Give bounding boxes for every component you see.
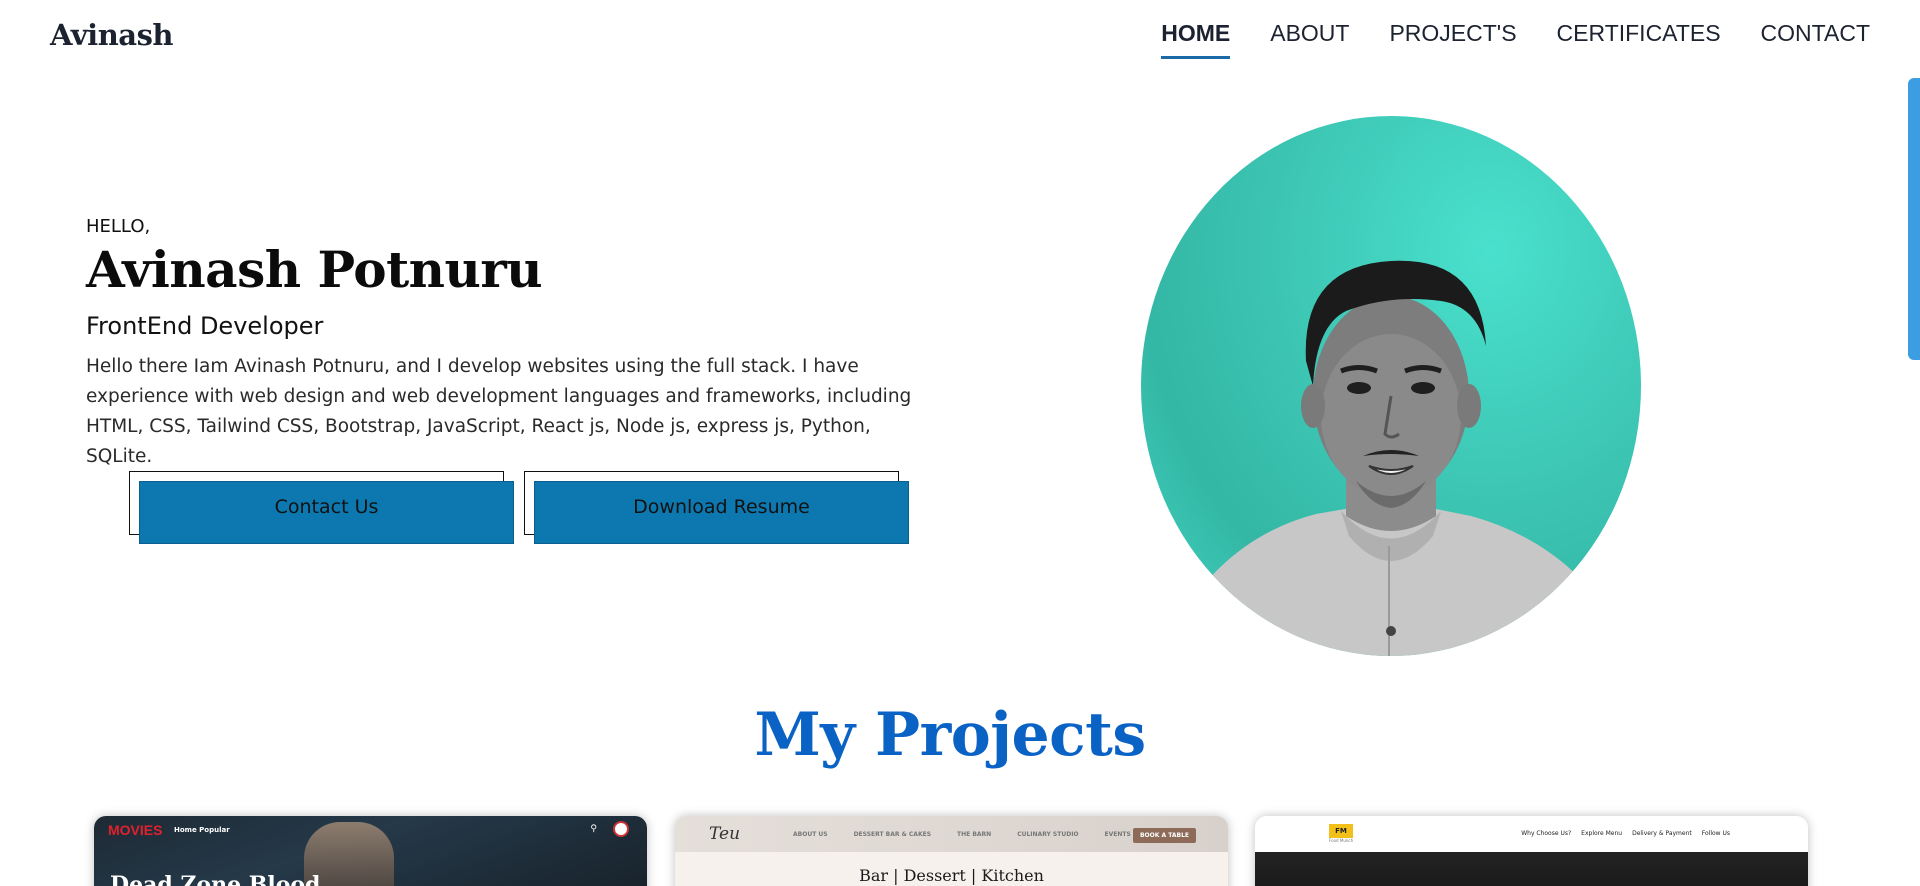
nav-link-projects[interactable]: PROJECT'S: [1389, 20, 1516, 59]
nav-link-contact[interactable]: CONTACT: [1761, 20, 1870, 59]
restaurant-nav-item: EVENTS: [1104, 831, 1131, 838]
download-resume-button[interactable]: Download Resume: [534, 481, 909, 544]
food-munch-logo-text: Food Munch: [1329, 838, 1354, 843]
restaurant-nav-item: ABOUT US: [793, 831, 828, 838]
nav-links: HOME ABOUT PROJECT'S CERTIFICATES CONTAC…: [1161, 20, 1870, 59]
search-icon: ⚲: [590, 824, 597, 834]
food-munch-nav-item: Why Choose Us?: [1521, 830, 1572, 837]
food-munch-logo-mark: FM: [1329, 824, 1353, 838]
site-logo[interactable]: Avinash: [50, 18, 173, 52]
contact-button-wrapper: Contact Us: [129, 471, 514, 544]
project-card-restaurant[interactable]: Teu ABOUT US DESSERT BAR & CAKES THE BAR…: [675, 816, 1228, 886]
food-munch-logo: FM Food Munch: [1329, 824, 1357, 844]
restaurant-logo: Teu: [709, 824, 741, 844]
hero-name: Avinash Potnuru: [86, 240, 543, 299]
book-table-button: BOOK A TABLE: [1132, 828, 1196, 843]
project-card-movies[interactable]: MOVIES Home Popular ⚲ Dead Zone Blood: [94, 816, 647, 886]
profile-illustration: [1181, 260, 1611, 656]
food-munch-nav-item: Follow Us: [1701, 830, 1730, 837]
movies-nav: Home Popular: [174, 826, 230, 834]
food-munch-nav-item: Explore Menu: [1581, 830, 1623, 837]
resume-button-wrapper: Download Resume: [524, 471, 909, 544]
nav-link-certificates[interactable]: CERTIFICATES: [1557, 20, 1721, 59]
food-munch-nav-item: Delivery & Payment: [1632, 830, 1692, 837]
contact-us-button[interactable]: Contact Us: [139, 481, 514, 544]
food-munch-nav: Why Choose Us? Explore Menu Delivery & P…: [1521, 830, 1730, 837]
movies-brand: MOVIES: [108, 822, 163, 838]
restaurant-nav-item: DESSERT BAR & CAKES: [853, 831, 932, 838]
nav-link-home[interactable]: HOME: [1161, 20, 1231, 59]
nav-link-about[interactable]: ABOUT: [1270, 20, 1349, 59]
food-munch-hero: [1255, 852, 1808, 886]
hero-description: Hello there Iam Avinash Potnuru, and I d…: [86, 356, 912, 467]
restaurant-nav-item: THE BARN: [957, 831, 992, 838]
restaurant-nav: ABOUT US DESSERT BAR & CAKES THE BARN CU…: [793, 831, 1131, 838]
project-card-food-munch[interactable]: FM Food Munch Why Choose Us? Explore Men…: [1255, 816, 1808, 886]
hero-role: FrontEnd Developer: [86, 312, 324, 340]
projects-section-title: My Projects: [754, 700, 1146, 770]
hero-greeting: HELLO,: [86, 216, 151, 237]
restaurant-tagline: Bar | Dessert | Kitchen: [859, 866, 1044, 885]
movie-headline: Dead Zone Blood: [110, 872, 321, 886]
contact-us-label: Contact Us: [274, 495, 379, 518]
restaurant-nav-item: CULINARY STUDIO: [1017, 831, 1079, 838]
avatar: [613, 821, 629, 837]
download-resume-label: Download Resume: [633, 495, 810, 518]
profile-photo: [1141, 116, 1641, 656]
scrollbar-thumb[interactable]: [1908, 78, 1920, 360]
top-navbar: Avinash HOME ABOUT PROJECT'S CERTIFICATE…: [0, 0, 1920, 76]
